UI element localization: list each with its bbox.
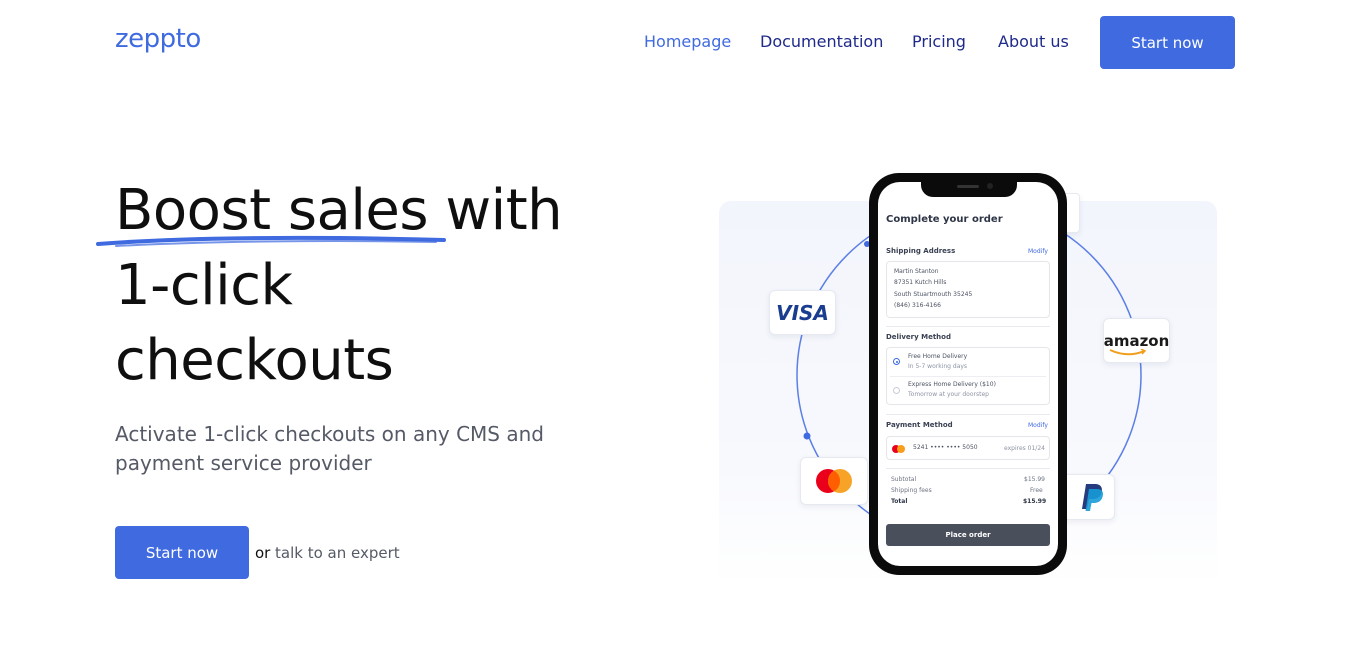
hero-subtitle: Activate 1-click checkouts on any CMS an… bbox=[115, 422, 544, 475]
nav-documentation[interactable]: Documentation bbox=[760, 32, 883, 51]
delivery-option-title: Free Home Delivery bbox=[908, 353, 968, 360]
talk-to-expert-link[interactable]: talk to an expert bbox=[275, 544, 400, 562]
headline-line-2: 1-click bbox=[115, 253, 293, 318]
subtotal-label: Subtotal bbox=[891, 476, 917, 483]
or-text: or bbox=[255, 544, 271, 562]
paypal-icon bbox=[1081, 484, 1103, 511]
nav-homepage[interactable]: Homepage bbox=[644, 32, 731, 51]
divider bbox=[890, 376, 1046, 377]
logo[interactable]: zeppto bbox=[115, 24, 201, 54]
phone-notch bbox=[921, 177, 1017, 197]
delivery-option-sub: Tomorrow at your doorstep bbox=[908, 391, 989, 398]
address-line: 87351 Kutch Hills bbox=[894, 279, 947, 286]
delivery-radio-express[interactable] bbox=[893, 387, 900, 394]
divider bbox=[886, 414, 1050, 415]
divider bbox=[886, 468, 1050, 469]
address-line: Martin Stanton bbox=[894, 268, 939, 275]
nav-pricing[interactable]: Pricing bbox=[912, 32, 966, 51]
card-mastercard-icon bbox=[892, 445, 905, 453]
payment-label: Payment Method bbox=[886, 421, 953, 429]
delivery-option-title: Express Home Delivery ($10) bbox=[908, 381, 996, 388]
visa-badge: VISA bbox=[769, 290, 836, 335]
order-title: Complete your order bbox=[886, 214, 1003, 225]
delivery-option-sub: In 5-7 working days bbox=[908, 363, 968, 370]
address-line: South Stuartmouth 35245 bbox=[894, 291, 973, 298]
nav-about-us[interactable]: About us bbox=[998, 32, 1069, 51]
total-label: Total bbox=[891, 498, 908, 505]
place-order-button[interactable]: Place order bbox=[886, 524, 1050, 546]
shipping-fees-value: Free bbox=[1030, 487, 1043, 494]
delivery-radio-free[interactable] bbox=[893, 358, 900, 365]
shipping-fees-label: Shipping fees bbox=[891, 487, 932, 494]
shipping-modify-link[interactable]: Modify bbox=[1028, 248, 1048, 255]
shipping-label: Shipping Address bbox=[886, 247, 956, 255]
mastercard-badge bbox=[800, 457, 868, 505]
card-number: 5241 •••• •••• 5050 bbox=[913, 444, 978, 451]
nav-start-now-button[interactable]: Start now bbox=[1100, 16, 1235, 69]
headline-line-1: Boost sales with bbox=[115, 178, 563, 243]
divider bbox=[886, 326, 1050, 327]
delivery-label: Delivery Method bbox=[886, 333, 951, 341]
mastercard-icon bbox=[816, 469, 852, 493]
address-line: (846) 316-4166 bbox=[894, 302, 941, 309]
headline-line-3: checkouts bbox=[115, 328, 394, 393]
subtotal-value: $15.99 bbox=[1024, 476, 1045, 483]
card-expiry: expires 01/24 bbox=[1004, 445, 1045, 452]
amazon-badge: amazon bbox=[1103, 318, 1170, 363]
hero-start-now-button[interactable]: Start now bbox=[115, 526, 249, 579]
amazon-logo: amazon bbox=[1104, 332, 1169, 355]
total-value: $15.99 bbox=[1023, 498, 1047, 505]
payment-modify-link[interactable]: Modify bbox=[1028, 422, 1048, 429]
visa-logo: VISA bbox=[776, 300, 829, 325]
